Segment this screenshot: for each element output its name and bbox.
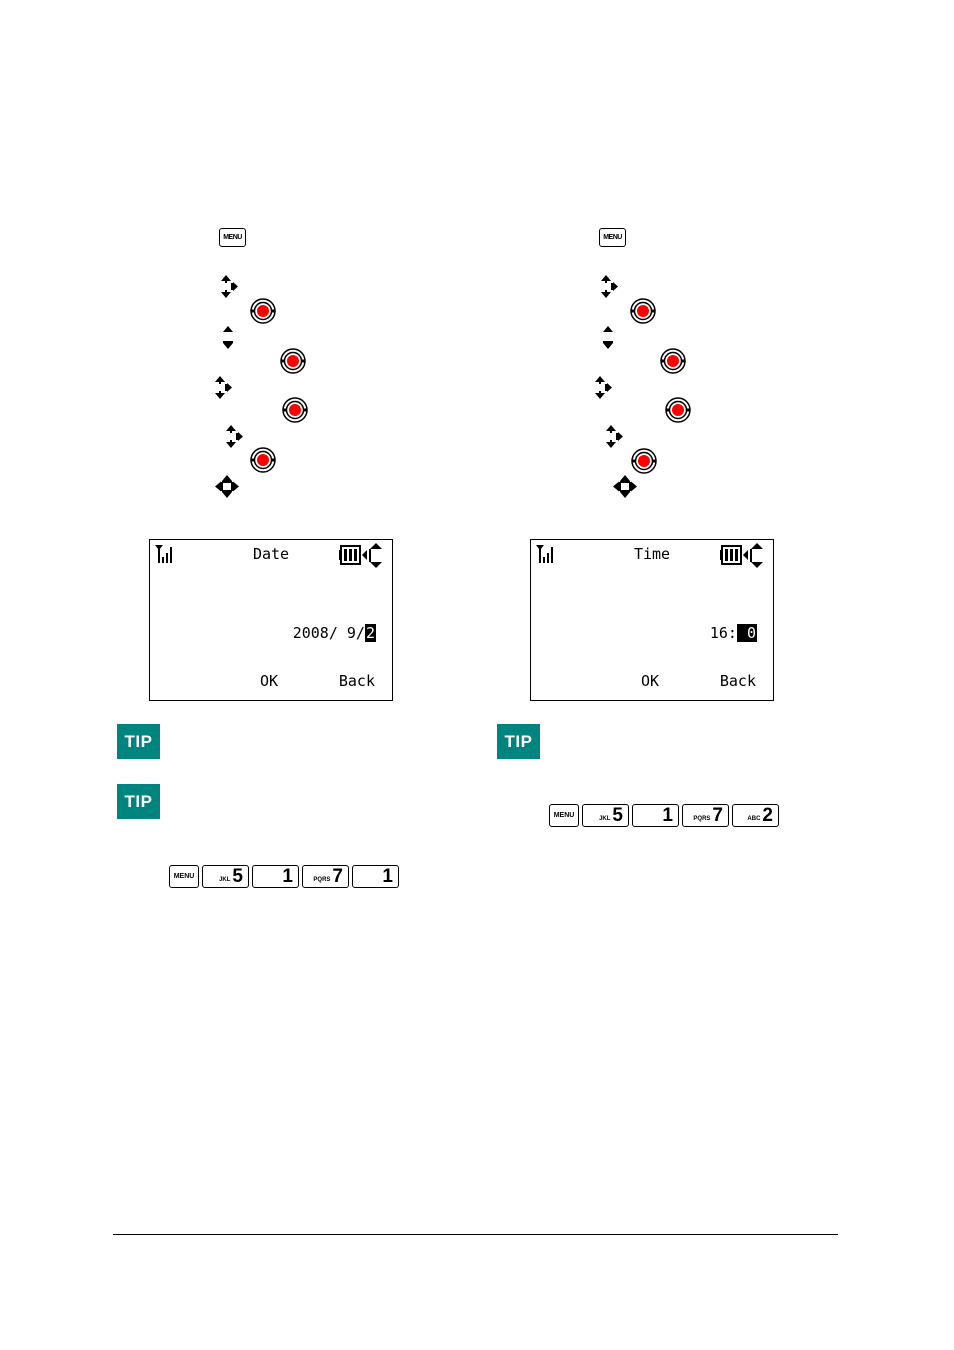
key-label: MENU [173, 873, 195, 880]
nav-four-way-icon [611, 473, 639, 501]
footer-divider [113, 1234, 838, 1235]
tip-badge: TIP [117, 784, 160, 819]
ok-button-icon [279, 347, 307, 375]
key-1: 1 [352, 865, 399, 888]
menu-key-icon: MENU [219, 228, 246, 247]
key-menu: MENU [169, 865, 199, 888]
key-2: ABC 2 [732, 804, 779, 827]
key-sublabel: JKL [219, 877, 231, 883]
date-value-prefix: 2008/ 9/ [292, 624, 365, 642]
key-label: 7 [332, 866, 343, 887]
time-value-prefix: 16: [709, 624, 737, 642]
date-value[interactable]: 2008/ 9/2 [293, 624, 376, 642]
nav-up-down-icon [600, 325, 628, 353]
key-menu: MENU [549, 804, 579, 827]
tip-badge-label: TIP [124, 791, 153, 811]
ok-button-icon [249, 297, 277, 325]
ok-button-icon [659, 347, 687, 375]
softkey-ok[interactable]: OK [641, 672, 659, 690]
tip-badge: TIP [117, 724, 160, 759]
key-label: 1 [662, 805, 673, 826]
key-7: PQRS 7 [302, 865, 349, 888]
key-sublabel: PQRS [693, 816, 711, 822]
nav-up-down-right-icon [592, 374, 620, 402]
ok-button-icon [249, 446, 277, 474]
key-label: 2 [762, 805, 773, 826]
time-screen: Time 16: 0 OK Back [530, 539, 774, 701]
menu-key-label: MENU [603, 234, 622, 241]
date-screen: Date 2008/ 9/2 OK Back [149, 539, 393, 701]
nav-up-down-right-icon [603, 423, 631, 451]
key-5: JKL 5 [582, 804, 629, 827]
nav-up-down-right-icon [223, 423, 251, 451]
menu-key-icon: MENU [599, 228, 626, 247]
key-label: 5 [232, 866, 243, 887]
key-1: 1 [632, 804, 679, 827]
battery-and-nav-icon [720, 543, 770, 569]
key-7: PQRS 7 [682, 804, 729, 827]
key-label: 1 [282, 866, 293, 887]
key-sequence: MENU JKL 5 1 PQRS 7 ABC 2 [549, 804, 779, 827]
ok-button-icon [281, 396, 309, 424]
softkey-ok[interactable]: OK [260, 672, 278, 690]
key-sublabel: ABC [747, 816, 761, 822]
key-5: JKL 5 [202, 865, 249, 888]
nav-up-down-right-icon [218, 273, 246, 301]
ok-button-icon [630, 447, 658, 475]
menu-key-label: MENU [223, 234, 242, 241]
nav-up-down-right-icon [212, 374, 240, 402]
key-label: 7 [712, 805, 723, 826]
nav-up-down-icon [220, 325, 248, 353]
time-value-cursor: 0 [736, 624, 757, 642]
key-label: MENU [553, 812, 575, 819]
softkey-back[interactable]: Back [720, 672, 756, 690]
key-sublabel: PQRS [313, 877, 331, 883]
time-value[interactable]: 16: 0 [710, 624, 757, 642]
key-label: 5 [612, 805, 623, 826]
nav-four-way-icon [213, 473, 241, 501]
softkey-back[interactable]: Back [339, 672, 375, 690]
key-sequence: MENU JKL 5 1 PQRS 7 1 [169, 865, 399, 888]
tip-badge-label: TIP [504, 731, 533, 751]
date-value-cursor: 2 [364, 624, 376, 642]
ok-button-icon [664, 396, 692, 424]
ok-button-icon [629, 297, 657, 325]
nav-up-down-right-icon [598, 273, 626, 301]
key-label: 1 [382, 866, 393, 887]
tip-badge-label: TIP [124, 731, 153, 751]
battery-and-nav-icon [339, 543, 389, 569]
key-1: 1 [252, 865, 299, 888]
key-sublabel: JKL [599, 816, 611, 822]
tip-badge: TIP [497, 724, 540, 759]
